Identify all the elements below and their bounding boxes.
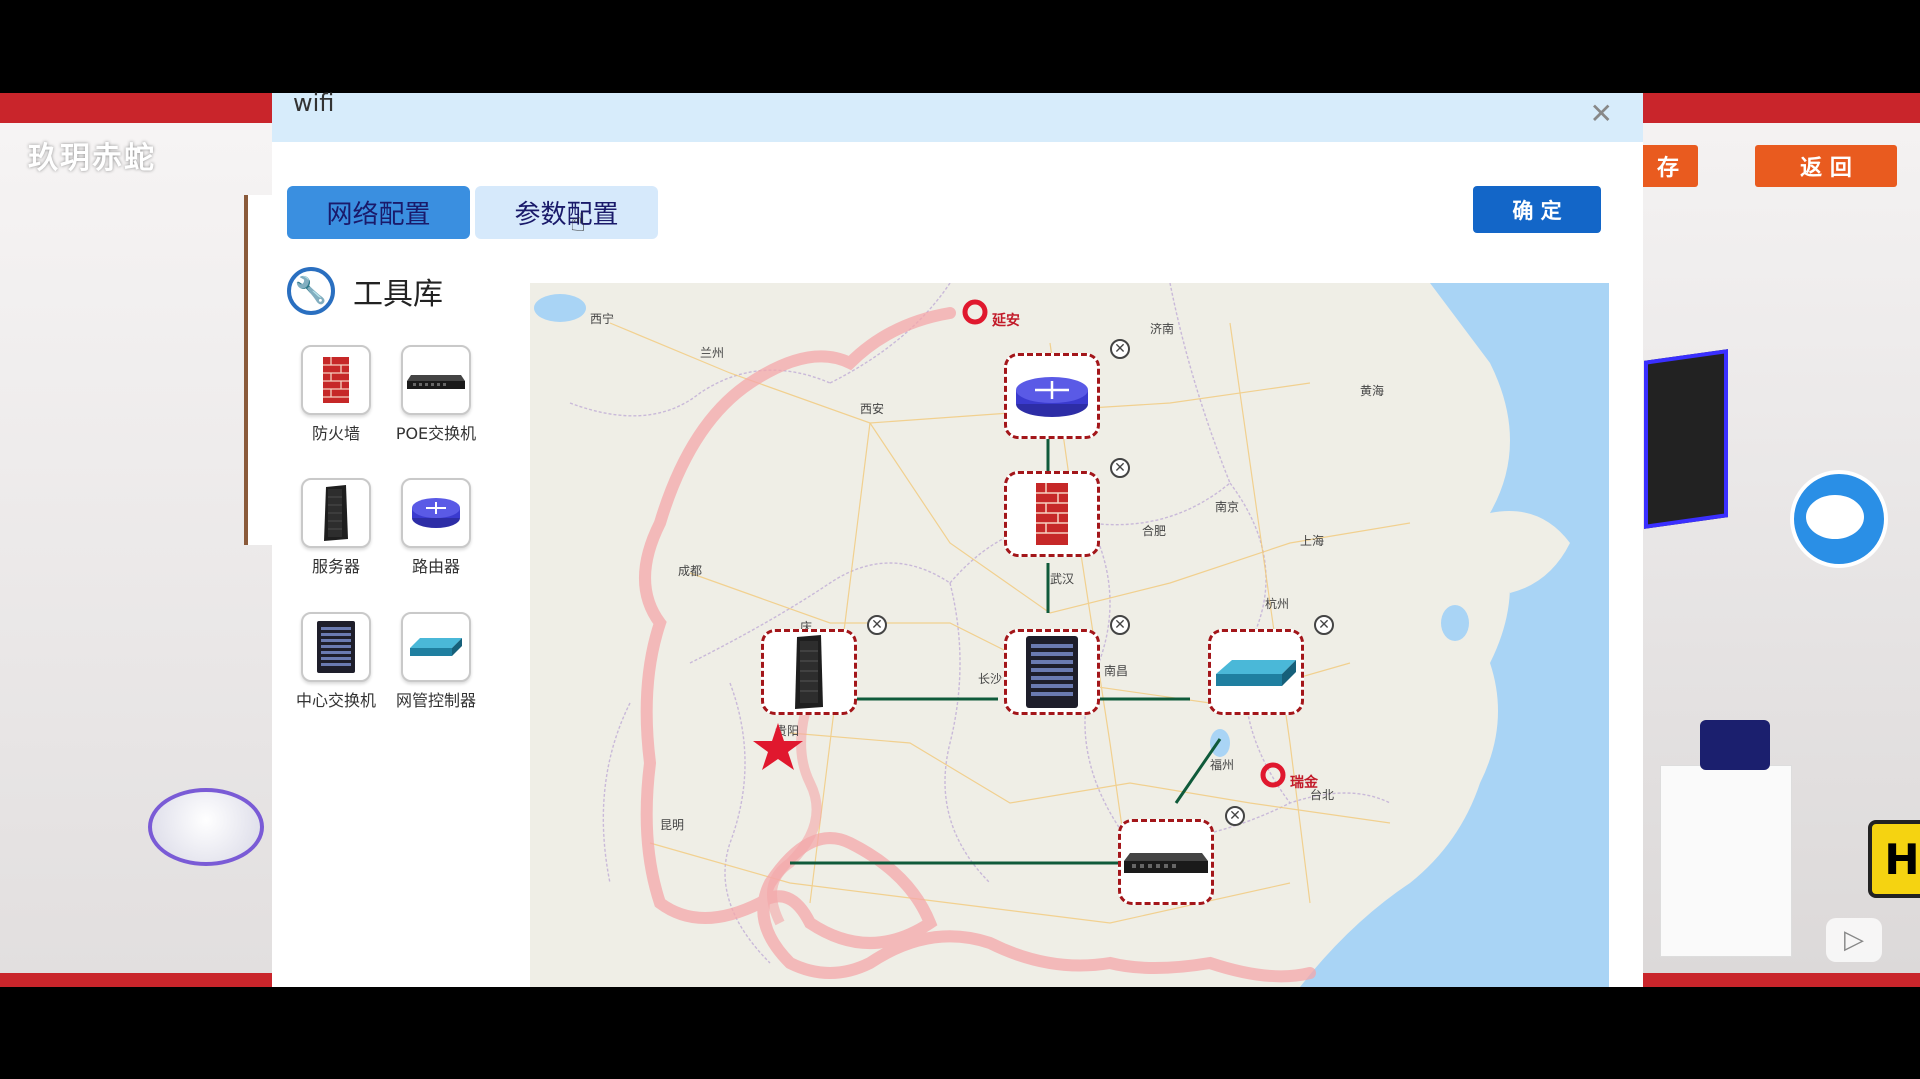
server-icon [795, 635, 823, 709]
tool-label: 防火墙 [311, 424, 360, 443]
wifi-router-image [1700, 720, 1770, 770]
router-icon [401, 478, 471, 548]
firewall-icon [1036, 483, 1068, 545]
firewall-icon [301, 345, 371, 415]
city-label: 上海 [1300, 533, 1324, 548]
city-label: 西安 [860, 401, 884, 416]
topology-map[interactable]: 西宁 兰州 西安 济南 郑州 黄海 合肥 南京 上海 成都 武汉 杭州 长沙 南… [530, 283, 1609, 987]
router-node[interactable] [1004, 353, 1100, 439]
mascot-face [1806, 495, 1864, 539]
poe-switch-node[interactable] [1118, 819, 1214, 905]
city-label: 南京 [1215, 499, 1239, 514]
confirm-button[interactable]: 确 定 [1473, 186, 1601, 233]
toolbox-title: 工具库 [353, 277, 443, 312]
core-switch-icon [301, 612, 371, 682]
return-button[interactable]: 返 回 [1755, 145, 1897, 187]
city-label: 黄海 [1360, 383, 1384, 398]
tool-label: 网管控制器 [395, 691, 476, 710]
router-icon [1016, 377, 1088, 417]
wifi-dialog: wifi ✕ 网络配置 参数配置 ☝ 确 定 🔧 工具库 防火墙 POE交换机 … [272, 89, 1643, 987]
city-label: 成都 [678, 564, 702, 578]
tool-label: 中心交换机 [295, 691, 376, 710]
save-button[interactable]: 存 [1638, 145, 1698, 187]
remove-network-controller-icon[interactable]: ✕ [1314, 615, 1334, 635]
city-label: 西宁 [590, 311, 614, 326]
remove-router-icon[interactable]: ✕ [1110, 339, 1130, 359]
tools-icon: 🔧 [287, 267, 335, 315]
tool-label: 服务器 [311, 557, 360, 576]
city-label-ruijin: 瑞金 [1290, 774, 1319, 791]
remove-firewall-icon[interactable]: ✕ [1110, 458, 1130, 478]
server-icon [301, 478, 371, 548]
hint-card[interactable]: H [1868, 820, 1920, 898]
dialog-title: wifi [293, 89, 335, 117]
mouse-cursor-icon: ☝ [570, 208, 586, 238]
tv-image [1644, 349, 1728, 529]
core-switch-icon [1026, 636, 1078, 708]
tab-parameter-config[interactable]: 参数配置 [475, 186, 658, 239]
tool-label: POE交换机 [395, 424, 477, 443]
remove-server-icon[interactable]: ✕ [867, 615, 887, 635]
network-controller-icon [1216, 660, 1296, 686]
server-node[interactable] [761, 629, 857, 715]
ruijin-marker [1260, 762, 1286, 788]
network-controller-icon [401, 612, 471, 682]
city-label: 兰州 [700, 346, 724, 360]
tool-router[interactable]: 路由器 [386, 478, 486, 577]
robot-vacuum-image [148, 788, 264, 866]
city-label: 武汉 [1050, 572, 1074, 586]
city-label: 长沙 [978, 672, 1002, 686]
tool-firewall[interactable]: 防火墙 [286, 345, 386, 444]
tool-core-switch[interactable]: 中心交换机 [286, 612, 386, 711]
city-label: 昆明 [660, 818, 684, 832]
close-icon[interactable]: ✕ [1590, 97, 1613, 130]
tool-label: 路由器 [411, 557, 460, 576]
core-switch-node[interactable] [1004, 629, 1100, 715]
city-label: 福州 [1210, 757, 1234, 772]
city-label: 杭州 [1265, 596, 1289, 611]
pedestal [1660, 765, 1792, 957]
city-label: 济南 [1150, 321, 1174, 336]
tab-network-config[interactable]: 网络配置 [287, 186, 470, 239]
city-label-yanan: 延安 [991, 312, 1020, 329]
remove-core-switch-icon[interactable]: ✕ [1110, 615, 1130, 635]
remove-poe-switch-icon[interactable]: ✕ [1225, 806, 1245, 826]
toolbox-header: 🔧 工具库 [287, 267, 443, 315]
brand-logo: 玖玥赤蛇 [28, 141, 156, 176]
tool-poe-switch[interactable]: POE交换机 [386, 345, 486, 444]
yanan-marker [962, 299, 988, 325]
dialog-header: wifi ✕ [272, 89, 1643, 142]
play-icon[interactable]: ▷ [1826, 918, 1882, 962]
network-controller-node[interactable] [1208, 629, 1304, 715]
tool-server[interactable]: 服务器 [286, 478, 386, 577]
firewall-node[interactable] [1004, 471, 1100, 557]
poe-switch-icon [401, 345, 471, 415]
poe-switch-icon [1124, 853, 1208, 873]
tool-network-controller[interactable]: 网管控制器 [386, 612, 486, 711]
city-label: 合肥 [1142, 523, 1166, 538]
city-label: 南昌 [1104, 663, 1128, 678]
